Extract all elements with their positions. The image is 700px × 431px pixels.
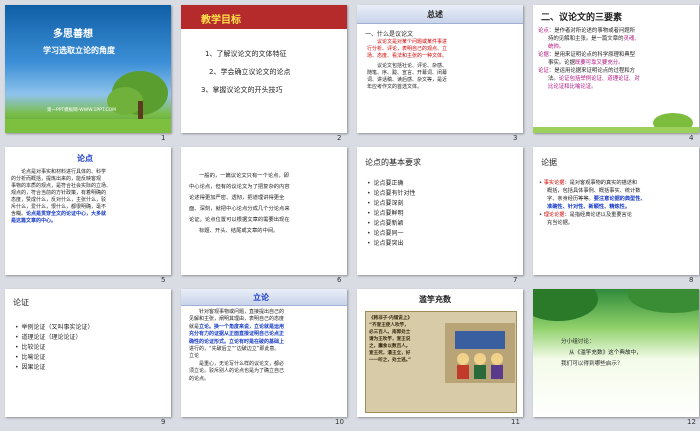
slide-3-title: 总述 xyxy=(427,10,443,19)
slide-12-body: 分小组讨论： 从《滥竽充数》这个典故中， 我们可以得到哪些启示？ xyxy=(561,339,642,367)
slide-7-list: 论点要正确 论点要有针对性 论点要深刻 论点要鲜明 论点要新颖 论点要同一 论点… xyxy=(367,179,416,249)
slide-1-footer: 第一PPT模板网-WWW.1PPT.COM xyxy=(47,108,117,113)
slide-9-list: 举例论证（又叫事实论证） 道理论证（理论论证） 比较论证 比喻论证 因果论证 xyxy=(15,323,94,373)
slide-thumbnail-8[interactable]: 论据 • 事实论据：是对客观事物的真实的描述和 概括，包括具体事例、概括事实、统… xyxy=(533,147,699,275)
slide-2-title: 教学目标 xyxy=(201,15,241,26)
slide-11-story: 《韩非子·内储说上》 “齐宣王使人吹竽， 必三百人。南郭处士 请为王吹竽，宣王说… xyxy=(369,316,413,363)
list-item: 论点要新颖 xyxy=(367,219,416,229)
slide-1-subtitle: 学习选取立论的角度 xyxy=(43,46,115,55)
slide-number-8: 8 xyxy=(689,276,694,284)
slide-7-title: 论点的基本要求 xyxy=(365,158,421,167)
slide-10-body: 针对客观事物或问题，直接提出自己的 见解和主张，阐明其理由，表明自己的态度 就是… xyxy=(189,309,285,382)
slide-number-9: 9 xyxy=(161,418,166,426)
slide-3-types: 议论文包括社论、评论、杂感、 随笔、序、跋、宣言、开幕词、闭幕 词、讲话稿、读后… xyxy=(367,63,448,90)
slide-2-item-1: 1、了解议论文的文体特征 xyxy=(205,50,287,58)
slide-thumbnail-5[interactable]: 论点 论点是对事实和材料进行具体的、科学 的分析而概括，提炼出来的，能反映客观 … xyxy=(5,147,171,275)
list-item: 论点要同一 xyxy=(367,229,416,239)
slide-11-title: 滥竽充数 xyxy=(419,295,451,304)
list-item: 比喻论证 xyxy=(15,353,94,363)
list-item: 论点要正确 xyxy=(367,179,416,189)
musicians-illustration xyxy=(445,323,515,383)
slide-10-title: 立论 xyxy=(253,293,269,302)
slide-number-12: 12 xyxy=(687,418,696,426)
slide-thumbnail-4[interactable]: 二、议论文的三要素 论点：是作者对所论述的事物或者问题所 持的见解和主张。是一篇… xyxy=(533,5,699,133)
slide-3-subtitle: 一、什么是议论文 xyxy=(365,31,414,38)
list-item: 道理论证（理论论证） xyxy=(15,333,94,343)
slide-number-3: 3 xyxy=(513,134,518,142)
list-item: 论点要突出 xyxy=(367,239,416,249)
slide-4-tree-decoration xyxy=(533,113,699,133)
list-item: 论点要有针对性 xyxy=(367,189,416,199)
slide-3-definition: 议论文是对某个问题或某件事进 行分析、评论，表明自己的观点、立 场、态度、看法和… xyxy=(367,39,448,59)
slide-1-title: 多思善想 xyxy=(53,29,93,40)
slide-number-4: 4 xyxy=(689,134,694,142)
list-item: 举例论证（又叫事实论证） xyxy=(15,323,94,333)
slide-9-title: 论证 xyxy=(13,298,29,307)
slide-5-title: 论点 xyxy=(77,154,93,163)
slide-thumbnail-9[interactable]: 论证 举例论证（又叫事实论证） 道理论证（理论论证） 比较论证 比喻论证 因果论… xyxy=(5,289,171,417)
list-item: 因果论证 xyxy=(15,363,94,373)
slide-8-title: 论据 xyxy=(541,158,557,167)
slide-number-7: 7 xyxy=(513,276,518,284)
slide-thumbnail-11[interactable]: 滥竽充数 《韩非子·内储说上》 “齐宣王使人吹竽， 必三百人。南郭处士 请为王吹… xyxy=(357,289,523,417)
list-item: 论点要鲜明 xyxy=(367,209,416,219)
slide-8-body: • 事实论据：是对客观事物的真实的描述和 概括，包括具体事例、概括事实、统计数 … xyxy=(539,180,646,226)
slide-thumbnail-7[interactable]: 论点的基本要求 论点要正确 论点要有针对性 论点要深刻 论点要鲜明 论点要新颖 … xyxy=(357,147,523,275)
slide-6-body: 一般的，一篇议论文只有一个论点，即 中心论点，但有的议论文为了把复杂的内容 论述… xyxy=(189,173,290,234)
slide-thumbnail-3[interactable]: 总述 一、什么是议论文 议论文是对某个问题或某件事进 行分析、评论，表明自己的观… xyxy=(357,5,523,133)
slide-number-10: 10 xyxy=(335,418,344,426)
slide-thumbnail-10[interactable]: 立论 针对客观事物或问题，直接提出自己的 见解和主张，阐明其理由，表明自己的态度… xyxy=(181,289,347,417)
slide-thumbnail-1[interactable]: 多思善想 学习选取立论的角度 第一PPT模板网-WWW.1PPT.COM xyxy=(5,5,171,133)
slide-thumbnail-12[interactable]: 分小组讨论： 从《滥竽充数》这个典故中， 我们可以得到哪些启示？ xyxy=(533,289,699,417)
slide-number-11: 11 xyxy=(511,418,520,426)
slide-number-5: 5 xyxy=(161,276,166,284)
slide-number-1: 1 xyxy=(161,134,166,142)
slide-thumbnail-2[interactable]: 教学目标 1、了解议论文的文体特征 2、学会确立议论文的论点 3、掌握议论文的开… xyxy=(181,5,347,133)
slide-number-6: 6 xyxy=(337,276,342,284)
slide-2-item-2: 2、学会确立议论文的论点 xyxy=(209,68,291,76)
list-item: 比较论证 xyxy=(15,343,94,353)
slide-number-2: 2 xyxy=(337,134,342,142)
slide-5-body: 论点是对事实和材料进行具体的、科学 的分析而概括，提炼出来的，能反映客观 事物的… xyxy=(11,169,112,224)
list-item: 论点要深刻 xyxy=(367,199,416,209)
slide-2-item-3: 3、掌握议论文的开头技巧 xyxy=(201,86,283,94)
slide-thumbnail-6[interactable]: 一般的，一篇议论文只有一个论点，即 中心论点，但有的议论文为了把复杂的内容 论述… xyxy=(181,147,347,275)
